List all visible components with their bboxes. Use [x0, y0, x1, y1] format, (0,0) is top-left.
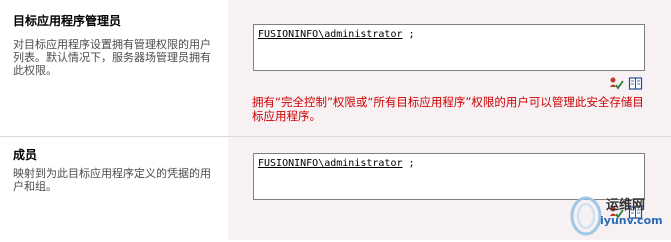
- members-value: FUSIONINFO\administrator ;: [258, 158, 415, 169]
- account-separator: ;: [402, 158, 415, 169]
- check-names-icon[interactable]: [609, 76, 624, 91]
- section-title-members: 成员: [13, 148, 38, 162]
- section-description-members: 映射到为此目标应用程序定义的凭据的用户和组。: [13, 167, 211, 193]
- permission-warning: 拥有“完全控制”权限或“所有目标应用程序”权限的用户可以管理此安全存储目标应用程…: [252, 95, 644, 123]
- watermark-title: 运维网: [606, 198, 646, 213]
- address-book-icon[interactable]: [628, 76, 643, 91]
- section-divider: [0, 136, 671, 137]
- account-separator: ;: [402, 29, 415, 40]
- section-description-administrators: 对目标应用程序设置拥有管理权限的用户列表。默认情况下，服务器场管理员拥有此权限。: [13, 38, 211, 77]
- label-column: [0, 0, 228, 240]
- watermark-domain: iyunv.com: [600, 214, 663, 227]
- site-watermark: 运维网 iyunv.com: [566, 192, 671, 240]
- administrators-value: FUSIONINFO\administrator ;: [258, 29, 415, 40]
- resolved-account[interactable]: FUSIONINFO\administrator: [258, 158, 403, 169]
- section-title-administrators: 目标应用程序管理员: [13, 14, 122, 28]
- administrators-people-picker[interactable]: FUSIONINFO\administrator ;: [253, 24, 645, 71]
- resolved-account[interactable]: FUSIONINFO\administrator: [258, 29, 403, 40]
